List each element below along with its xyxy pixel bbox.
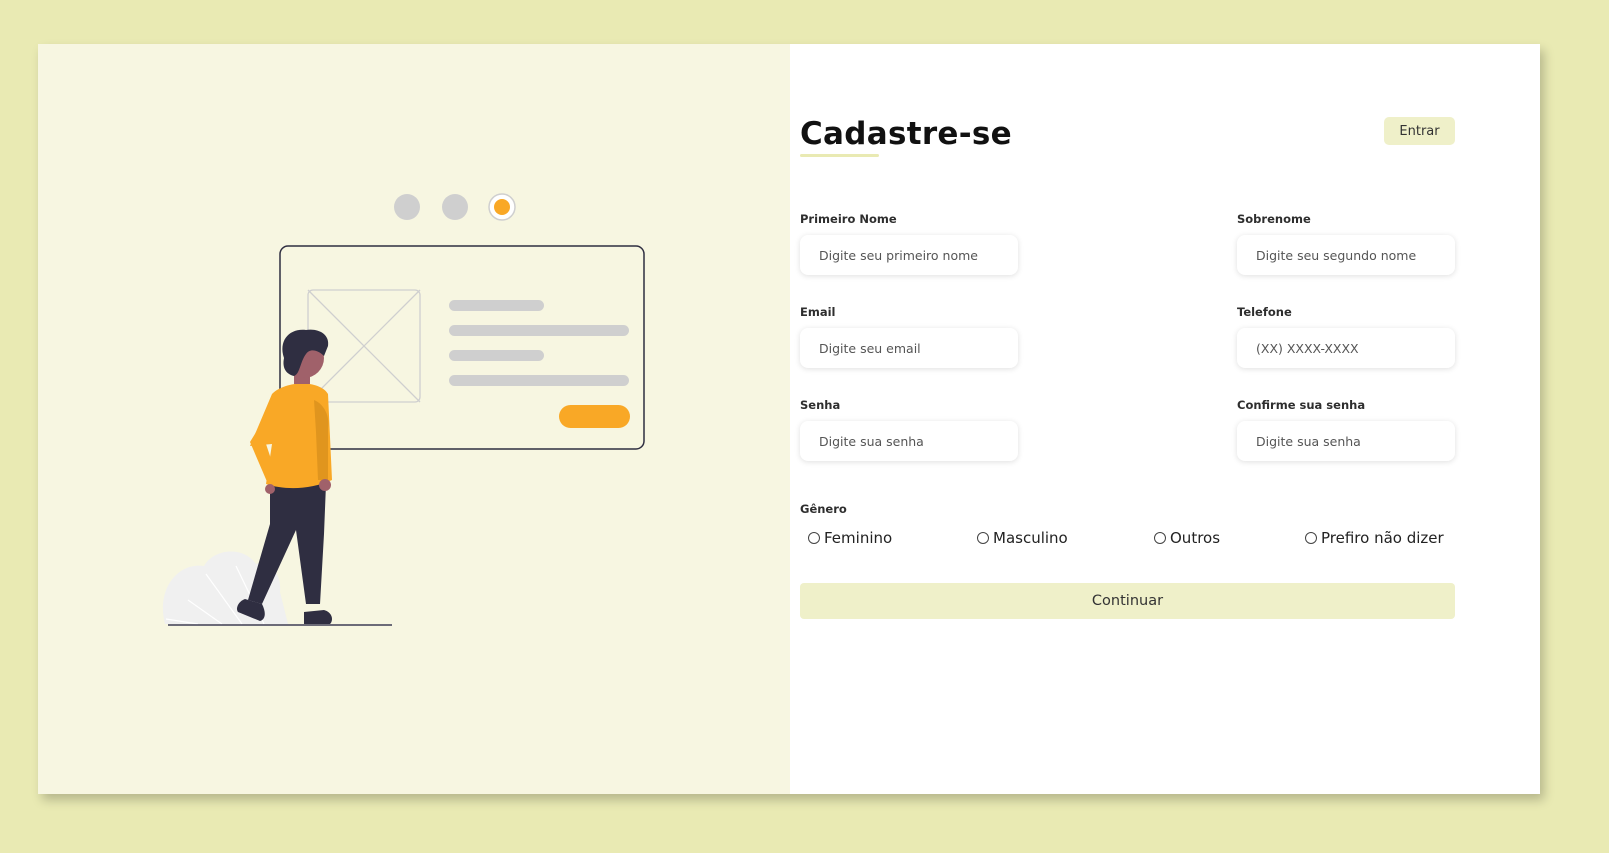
radio-button-masculino[interactable] bbox=[977, 532, 989, 544]
gender-option-masculino[interactable]: Masculino bbox=[977, 527, 1068, 549]
step-dot-1 bbox=[394, 194, 420, 220]
gender-option-label: Prefiro não dizer bbox=[1321, 529, 1444, 547]
signup-card bbox=[38, 44, 1540, 794]
illustration-panel bbox=[38, 44, 790, 794]
webpage-mockup bbox=[279, 245, 645, 450]
continue-button[interactable]: Continuar bbox=[800, 583, 1455, 619]
gender-option-label: Masculino bbox=[993, 529, 1068, 547]
radio-button-outros[interactable] bbox=[1154, 532, 1166, 544]
first-name-label: Primeiro Nome bbox=[800, 212, 897, 226]
radio-button-feminino[interactable] bbox=[808, 532, 820, 544]
password-label: Senha bbox=[800, 398, 841, 412]
form-panel bbox=[790, 44, 1540, 794]
gender-option-label: Outros bbox=[1170, 529, 1221, 547]
title-underline bbox=[800, 154, 879, 157]
last-name-label: Sobrenome bbox=[1237, 212, 1311, 226]
gender-option-label: Feminino bbox=[824, 529, 893, 547]
login-button[interactable]: Entrar bbox=[1384, 117, 1455, 145]
gender-option-prefiro-nao-dizer[interactable]: Prefiro não dizer bbox=[1305, 527, 1444, 549]
step-indicator bbox=[394, 193, 516, 221]
gender-option-feminino[interactable]: Feminino bbox=[808, 527, 892, 549]
step-dot-2 bbox=[442, 194, 468, 220]
confirm-password-label: Confirme sua senha bbox=[1237, 398, 1366, 412]
gender-option-outros[interactable]: Outros bbox=[1154, 527, 1220, 549]
email-label: Email bbox=[800, 305, 836, 319]
last-name-input[interactable] bbox=[1237, 235, 1455, 275]
phone-input[interactable] bbox=[1237, 328, 1455, 368]
gender-label: Gênero bbox=[800, 502, 847, 516]
first-name-input[interactable] bbox=[800, 235, 1018, 275]
radio-button-prefiro-nao-dizer[interactable] bbox=[1305, 532, 1317, 544]
page-title: Cadastre-se bbox=[800, 116, 1013, 152]
person-viewing-web-page-illustration bbox=[162, 193, 645, 626]
phone-label: Telefone bbox=[1237, 305, 1292, 319]
password-input[interactable] bbox=[800, 421, 1018, 461]
email-input[interactable] bbox=[800, 328, 1018, 368]
confirm-password-input[interactable] bbox=[1237, 421, 1455, 461]
